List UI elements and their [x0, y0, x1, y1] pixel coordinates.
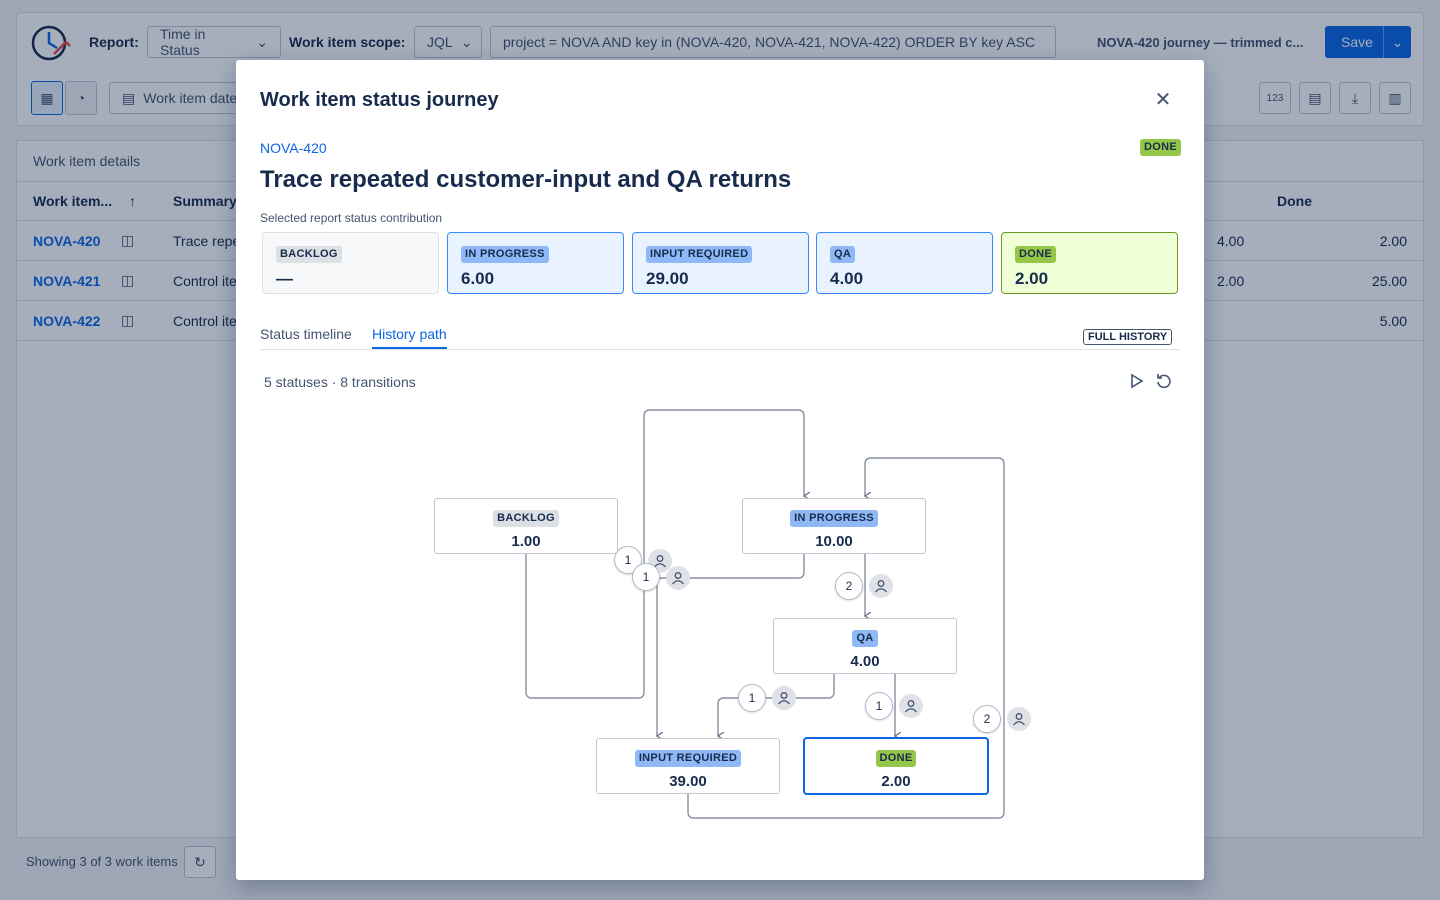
- node-backlog[interactable]: BACKLOG 1.00: [434, 498, 618, 554]
- user-icon: [772, 686, 796, 710]
- node-status-label: QA: [852, 630, 878, 647]
- node-qa[interactable]: QA 4.00: [773, 618, 957, 674]
- node-value: 10.00: [815, 533, 853, 550]
- user-icon: [899, 694, 923, 718]
- node-status-label: IN PROGRESS: [790, 510, 878, 527]
- transition-count[interactable]: 1: [632, 563, 660, 591]
- node-status-label: DONE: [875, 750, 917, 767]
- user-icon: [1007, 707, 1031, 731]
- transition-count[interactable]: 1: [865, 692, 893, 720]
- status-journey-modal: Work item status journey ✕ NOVA-420 DONE…: [236, 60, 1204, 880]
- node-input-required[interactable]: INPUT REQUIRED 39.00: [596, 738, 780, 794]
- node-value: 1.00: [511, 533, 541, 550]
- user-icon: [869, 574, 893, 598]
- transition-count[interactable]: 2: [973, 705, 1001, 733]
- node-status-label: INPUT REQUIRED: [634, 750, 742, 767]
- node-in-progress[interactable]: IN PROGRESS 10.00: [742, 498, 926, 554]
- node-done[interactable]: DONE 2.00: [803, 737, 989, 795]
- node-value: 39.00: [669, 773, 707, 790]
- node-value: 4.00: [850, 653, 880, 670]
- node-status-label: BACKLOG: [493, 510, 559, 527]
- user-icon: [666, 566, 690, 590]
- transition-count[interactable]: 2: [835, 572, 863, 600]
- transition-count[interactable]: 1: [738, 684, 766, 712]
- node-value: 2.00: [881, 773, 911, 790]
